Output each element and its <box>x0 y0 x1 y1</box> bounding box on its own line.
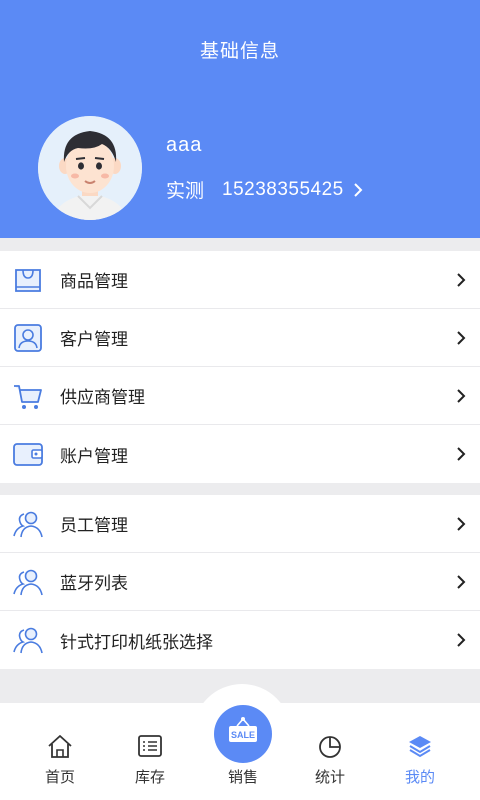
cart-icon <box>14 385 42 409</box>
menu-group-settings: 员工管理 蓝牙列表 针式打印机纸张选择 <box>0 495 480 669</box>
profile-header: 基础信息 aaa 实测 15238355425 <box>0 0 480 238</box>
menu-item-staff[interactable]: 员工管理 <box>0 495 480 553</box>
menu-item-label: 蓝牙列表 <box>60 574 128 593</box>
tab-inventory[interactable]: 库存 <box>105 703 195 800</box>
menu-item-printer-paper[interactable]: 针式打印机纸张选择 <box>0 611 480 669</box>
tab-label: 我的 <box>404 769 435 786</box>
menu-item-label: 员工管理 <box>60 516 128 535</box>
wallet-icon <box>13 443 43 466</box>
menu-item-label: 商品管理 <box>60 272 128 291</box>
menu-item-label: 针式打印机纸张选择 <box>60 632 213 652</box>
menu-item-label: 供应商管理 <box>60 388 145 407</box>
menu-item-bluetooth-list[interactable]: 蓝牙列表 <box>0 553 480 611</box>
tab-stats[interactable]: 统计 <box>285 703 375 800</box>
chevron-right-icon <box>457 388 466 403</box>
user-role: 实测 <box>166 181 205 202</box>
tab-label: 统计 <box>314 769 345 786</box>
menu-item-label: 账户管理 <box>60 446 128 466</box>
tab-label: 首页 <box>44 769 75 786</box>
tab-label: 库存 <box>134 769 165 786</box>
menu-item-accounts[interactable]: 账户管理 <box>0 425 480 483</box>
chevron-right-icon <box>457 272 466 287</box>
users-icon <box>13 569 43 596</box>
tab-sales-button[interactable]: SALE <box>214 705 272 763</box>
page-title: 基础信息 <box>199 41 280 62</box>
list-icon <box>138 735 162 757</box>
tab-mine[interactable]: 我的 <box>375 703 465 800</box>
user-phone: 15238355425 <box>222 178 344 200</box>
tab-label-sales: 销售 <box>227 769 258 786</box>
chevron-right-icon <box>457 330 466 345</box>
chevron-right-icon <box>457 516 466 531</box>
users-icon <box>13 511 43 538</box>
menu-item-customers[interactable]: 客户管理 <box>0 309 480 367</box>
home-icon <box>48 735 72 758</box>
chevron-right-icon <box>457 447 466 461</box>
chevron-right-icon <box>457 574 466 589</box>
menu-item-label: 客户管理 <box>60 330 128 349</box>
sale-badge-text: SALE <box>231 730 255 740</box>
menu-item-products[interactable]: 商品管理 <box>0 251 480 309</box>
layers-icon <box>409 736 431 758</box>
customer-card-icon <box>14 324 42 352</box>
chevron-right-icon <box>457 633 466 647</box>
menu-item-suppliers[interactable]: 供应商管理 <box>0 367 480 425</box>
menu-group-management: 商品管理 客户管理 供应商管理 账户管理 <box>0 251 480 483</box>
username: aaa <box>166 134 203 156</box>
shopping-bag-icon <box>15 269 41 292</box>
users-icon <box>13 627 43 654</box>
chevron-right-icon <box>354 182 363 197</box>
pie-chart-icon <box>319 736 341 758</box>
sale-tag-icon: SALE <box>229 717 257 742</box>
avatar[interactable] <box>38 116 142 220</box>
tab-home[interactable]: 首页 <box>15 703 105 800</box>
profile-subline[interactable]: 实测 15238355425 <box>166 176 364 203</box>
